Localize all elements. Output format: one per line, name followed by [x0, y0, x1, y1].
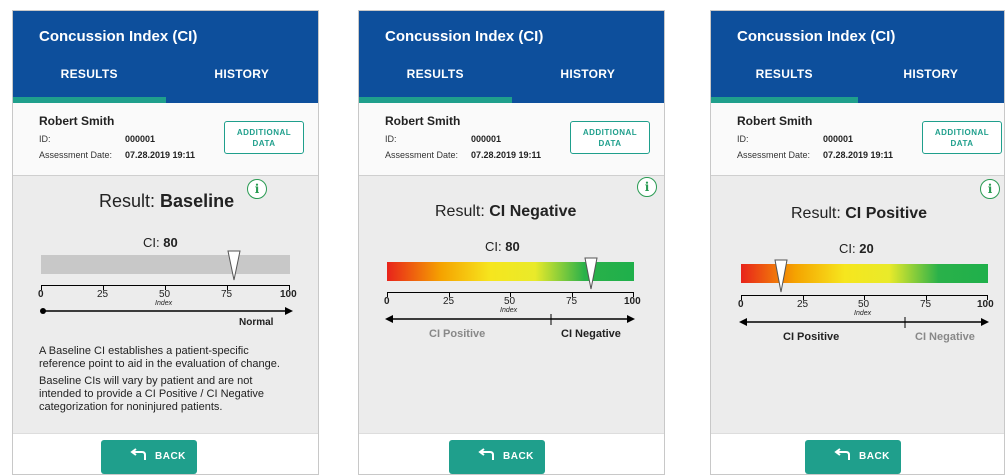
scale-tick-label: 0	[738, 299, 744, 310]
category-arrow-right-head-icon	[627, 315, 635, 323]
scale-tick-label: 50	[858, 299, 870, 310]
index-axis-label: Index	[155, 300, 173, 307]
scale-tick-label: 0	[384, 296, 390, 307]
scale-tick-label: 100	[624, 296, 641, 307]
back-button[interactable]: BACK	[449, 440, 545, 474]
category-arrow-start-dot	[40, 308, 46, 314]
scale-tick-label: 50	[504, 296, 516, 307]
scale-tick-label: 75	[221, 289, 233, 300]
index-axis-label: Index	[854, 310, 872, 317]
category-arrow-left-head-icon	[739, 318, 747, 326]
screen-baseline: Concussion Index (CI) RESULTS HISTORY Ro…	[12, 10, 319, 475]
category-label-right: CI Negative	[915, 331, 975, 343]
ci-marker-icon	[227, 250, 241, 281]
ci-marker-icon	[584, 257, 598, 290]
scale-tick-label: 75	[566, 296, 578, 307]
ci-marker-icon	[774, 259, 788, 293]
baseline-description: A Baseline CI establishes a patient-spec…	[39, 345, 289, 418]
scale-tick-label: 100	[280, 289, 297, 300]
bottom-bar: BACK	[711, 433, 1004, 474]
ci-marker-layer	[385, 257, 635, 325]
bottom-bar: BACK	[13, 433, 318, 474]
screen-ci-positive: Concussion Index (CI) RESULTS HISTORY Ro…	[710, 10, 1005, 475]
ci-marker-layer	[739, 259, 989, 328]
category-label-left: CI Positive	[783, 331, 840, 343]
back-arrow-icon	[477, 448, 495, 465]
category-label-right: CI Negative	[561, 328, 621, 340]
back-button[interactable]: BACK	[101, 440, 197, 474]
back-label: BACK	[859, 451, 890, 462]
scale-tick-label: 25	[443, 296, 455, 307]
category-label-right: Normal	[239, 317, 274, 328]
category-arrow-left-head-icon	[385, 315, 393, 323]
scale-tick-label: 100	[977, 299, 994, 310]
back-button[interactable]: BACK	[805, 440, 901, 474]
back-label: BACK	[155, 451, 186, 462]
category-arrow-right-head-icon	[981, 318, 989, 326]
scale-tick-label: 25	[797, 299, 809, 310]
back-label: BACK	[503, 451, 534, 462]
bottom-bar: BACK	[359, 433, 664, 474]
description-paragraph: A Baseline CI establishes a patient-spec…	[39, 345, 280, 370]
index-axis-label: Index	[500, 307, 518, 314]
description-paragraph: Baseline CIs will vary by patient and ar…	[39, 375, 265, 413]
scale-tick-label: 25	[97, 289, 109, 300]
back-arrow-icon	[129, 448, 147, 465]
category-label-left: CI Positive	[429, 328, 486, 340]
scale-tick-label: 75	[920, 299, 932, 310]
category-arrow-head-icon	[285, 307, 293, 315]
scale-tick-label: 0	[38, 289, 44, 300]
back-arrow-icon	[833, 448, 851, 465]
screen-ci-negative: Concussion Index (CI) RESULTS HISTORY Ro…	[358, 10, 665, 475]
scale-tick-label: 50	[159, 289, 171, 300]
